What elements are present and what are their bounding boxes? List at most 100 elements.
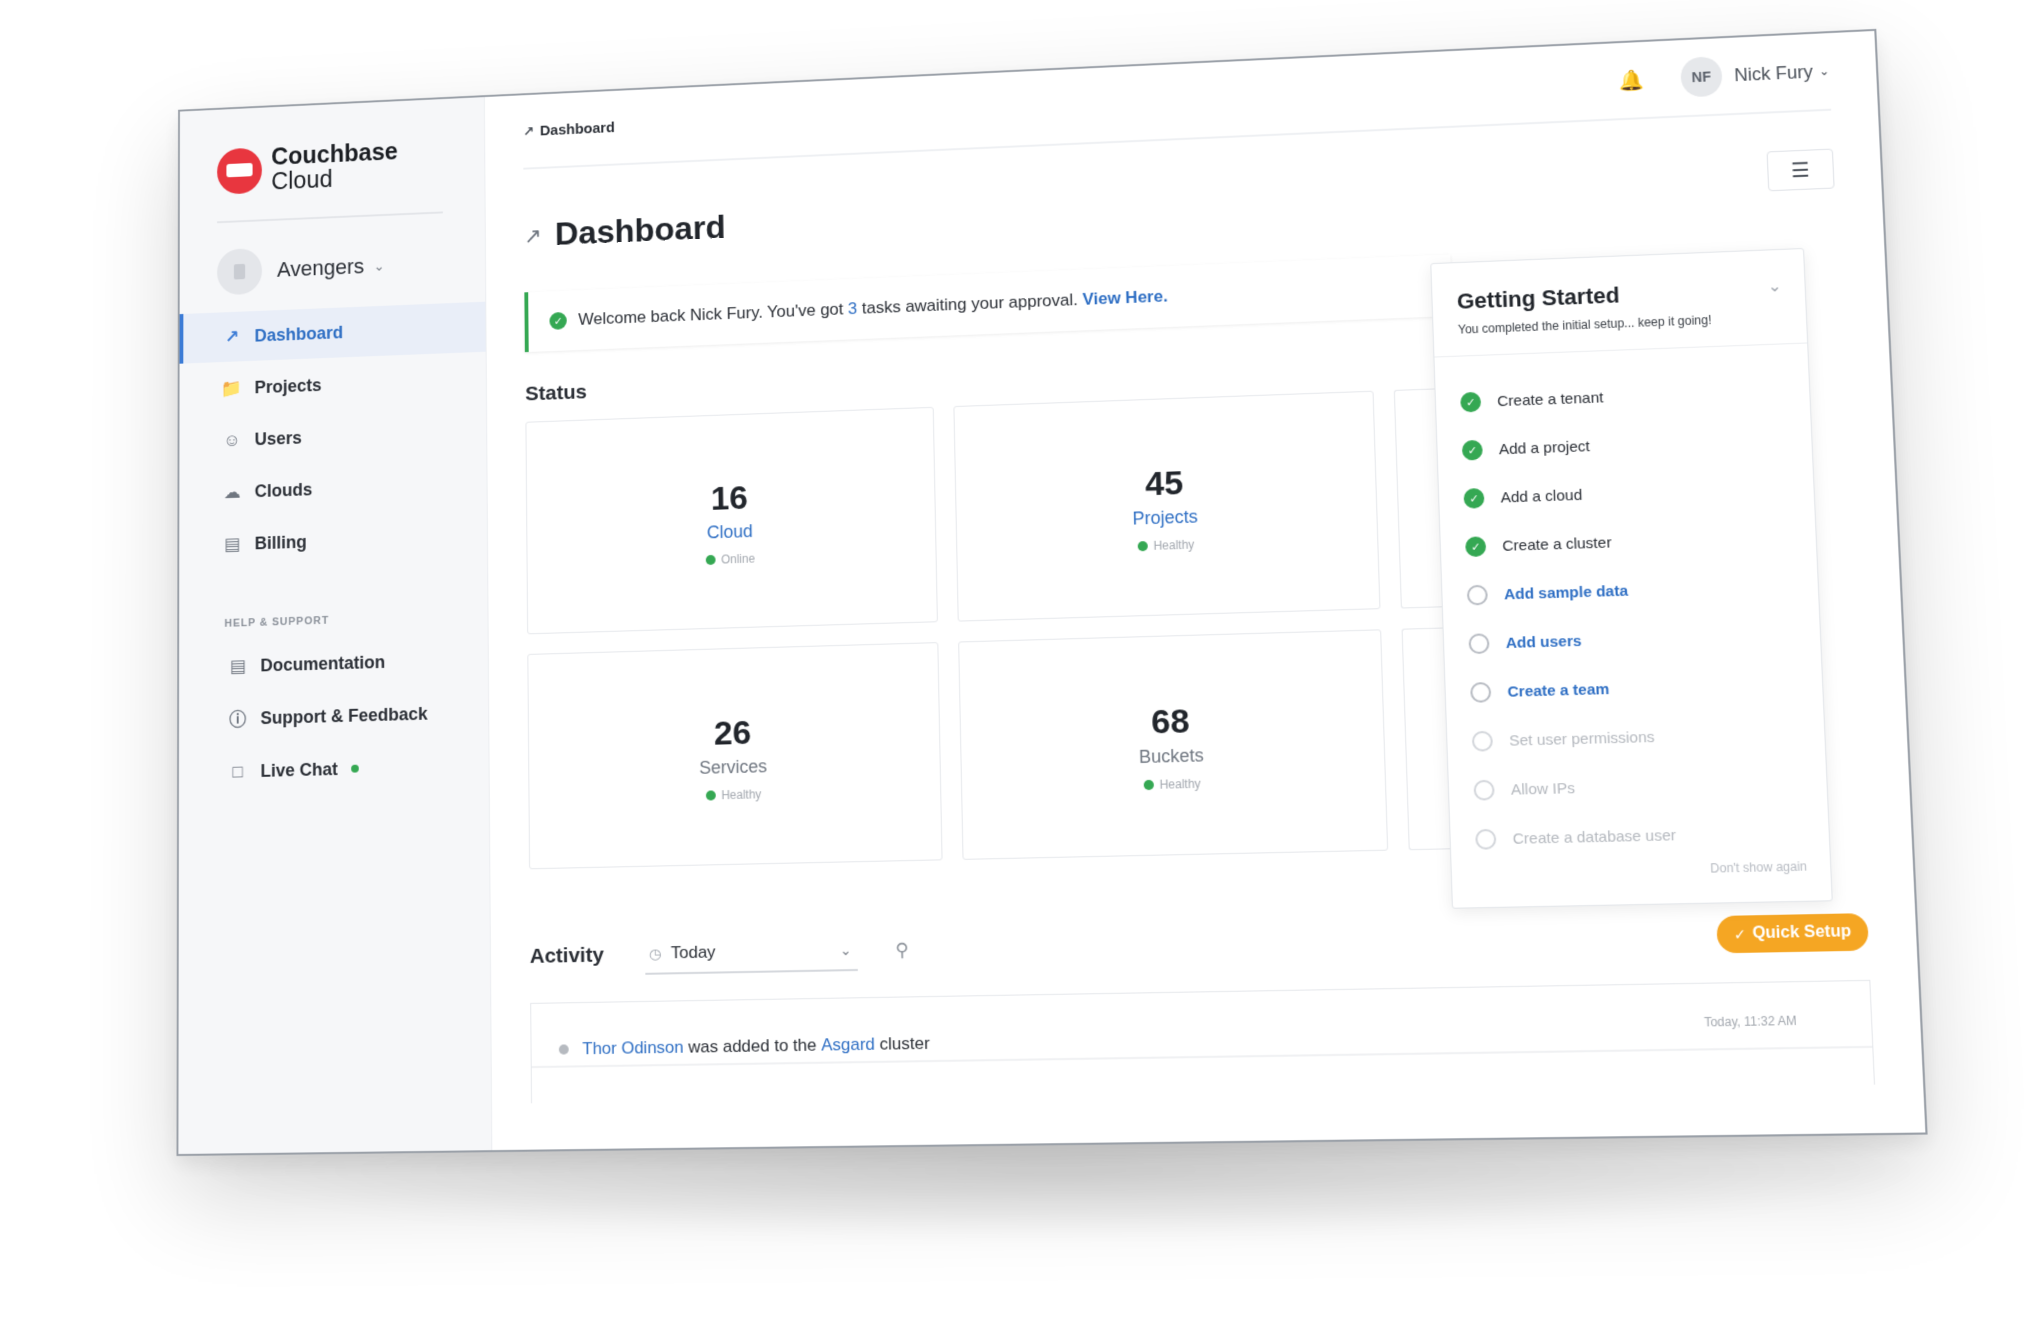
sidebar-item-clouds[interactable]: ☁ Clouds xyxy=(179,458,486,519)
list-item: Thor Odinson was added to the Asgard clu… xyxy=(558,1034,930,1060)
checklist-link[interactable]: Create a team xyxy=(1507,680,1609,700)
stat-value: 26 xyxy=(713,713,752,753)
sidebar-item-projects[interactable]: 📁 Projects xyxy=(179,354,486,416)
chevron-down-icon[interactable]: ⌄ xyxy=(1767,276,1782,297)
help-nav: ▤ Documentation ⓘ Support & Feedback □ L… xyxy=(179,634,489,801)
checklist-link[interactable]: Add sample data xyxy=(1504,582,1629,603)
stat-status-text: Healthy xyxy=(721,787,762,803)
sidebar-item-live-chat[interactable]: □ Live Chat xyxy=(179,740,489,799)
filter-settings-button[interactable]: ☰ xyxy=(1766,148,1835,192)
sidebar-item-documentation[interactable]: ▤ Documentation xyxy=(179,634,488,694)
status-dot xyxy=(1137,541,1148,552)
brand-name: Couchbase Cloud xyxy=(271,138,398,196)
checklist-item-create-team[interactable]: Create a team xyxy=(1470,659,1798,717)
sidebar-item-support[interactable]: ⓘ Support & Feedback xyxy=(179,687,488,746)
empty-circle-icon xyxy=(1475,828,1497,850)
chart-line-icon: ↗ xyxy=(224,326,240,347)
checklist-label: Create a cluster xyxy=(1502,533,1612,555)
checklist-item-add-users[interactable]: Add users xyxy=(1468,610,1796,668)
chat-bubble-icon: □ xyxy=(232,761,243,782)
empty-circle-icon xyxy=(1471,730,1494,752)
quick-setup-label: Quick Setup xyxy=(1751,922,1852,943)
brand-name-line2: Cloud xyxy=(271,165,333,196)
empty-circle-icon xyxy=(1466,584,1488,606)
stat-card-projects[interactable]: 45 Projects Healthy xyxy=(953,390,1381,622)
user-link[interactable]: Thor Odinson xyxy=(582,1038,683,1060)
stat-card-services[interactable]: 26 Services Healthy xyxy=(527,642,943,870)
empty-circle-icon xyxy=(1468,633,1490,655)
sidebar-nav: ↗ Dashboard 📁 Projects ☺ Users ☁ Clouds … xyxy=(179,301,487,573)
sidebar-item-dashboard[interactable]: ↗ Dashboard xyxy=(179,301,486,364)
checklist-label: Add a project xyxy=(1498,437,1591,458)
folders-icon: 📁 xyxy=(221,377,243,398)
user-avatar[interactable]: NF xyxy=(1680,56,1723,98)
welcome-suffix: tasks awaiting your approval. xyxy=(861,290,1078,318)
checklist-label: Allow IPs xyxy=(1510,779,1576,799)
search-icon[interactable]: ⚲ xyxy=(895,939,909,960)
checklist-label: Create a database user xyxy=(1512,826,1677,848)
main-content: ↗ Dashboard 🔔 NF Nick Fury ⌄ ↗ Dashboard… xyxy=(484,30,1926,1151)
checklist-item-create-db-user: Create a database user xyxy=(1475,808,1805,865)
bell-icon[interactable]: 🔔 xyxy=(1618,67,1644,93)
welcome-text: Welcome back Nick Fury. You've got 3 tas… xyxy=(578,287,1168,330)
chart-line-icon: ↗ xyxy=(522,122,535,139)
chevron-down-icon: ⌄ xyxy=(839,941,852,958)
check-circle-icon: ✓ xyxy=(1463,487,1485,509)
chart-line-icon: ↗ xyxy=(523,222,542,248)
activity-text: was added to the xyxy=(688,1035,817,1057)
users-icon: ☺ xyxy=(223,429,241,450)
brand-name-line1: Couchbase xyxy=(271,138,398,171)
date-range-select[interactable]: ◷ Today ⌄ xyxy=(644,930,858,975)
stat-status-text: Healthy xyxy=(1159,776,1201,792)
getting-started-title: Getting Started xyxy=(1456,282,1620,314)
checklist-link[interactable]: Add users xyxy=(1505,632,1581,651)
sidebar-item-label: Live Chat xyxy=(260,758,338,781)
stat-status-text: Online xyxy=(720,551,756,567)
page-header: ↗ Dashboard xyxy=(524,209,726,255)
sidebar-item-label: Dashboard xyxy=(254,322,344,345)
status-dot xyxy=(1143,779,1154,791)
sidebar-item-billing[interactable]: ▤ Billing xyxy=(179,511,487,572)
cloud-icon: ☁ xyxy=(223,481,241,502)
sidebar-item-label: Billing xyxy=(254,531,307,553)
stat-status: Healthy xyxy=(962,772,1385,796)
cluster-link[interactable]: Asgard xyxy=(821,1034,875,1055)
breadcrumb[interactable]: ↗ Dashboard xyxy=(523,119,615,139)
quick-setup-button[interactable]: ✓ Quick Setup xyxy=(1716,913,1869,954)
empty-circle-icon xyxy=(1470,681,1492,703)
chevron-down-icon: ⌄ xyxy=(373,257,385,274)
check-circle-icon: ✓ xyxy=(1465,536,1487,558)
stat-status: Healthy xyxy=(957,532,1377,559)
checklist-label: Set user permissions xyxy=(1508,728,1655,750)
activity-header: Activity ◷ Today ⌄ ⚲ ✓ Quick Setup xyxy=(530,907,1870,981)
org-switcher[interactable]: Avengers ⌄ xyxy=(217,243,385,296)
stat-card-cloud[interactable]: 16 Cloud Online xyxy=(525,406,938,635)
getting-started-panel: Getting Started You completed the initia… xyxy=(1430,247,1833,909)
user-menu[interactable]: Nick Fury xyxy=(1734,61,1813,85)
view-here-link[interactable]: View Here. xyxy=(1082,287,1168,309)
app-window: Couchbase Cloud Avengers ⌄ ↗ Dashboard 📁… xyxy=(176,28,1928,1157)
sidebar-item-label: Support & Feedback xyxy=(260,703,428,728)
dont-show-again-link[interactable]: Don't show again xyxy=(1710,859,1807,876)
status-dot xyxy=(705,790,716,801)
clock-icon: ◷ xyxy=(648,944,662,962)
chevron-down-icon[interactable]: ⌄ xyxy=(1819,64,1830,78)
sidebar-item-users[interactable]: ☺ Users xyxy=(179,406,486,467)
activity-timestamp: Today, 11:32 AM xyxy=(1703,1013,1797,1030)
check-circle-icon: ✓ xyxy=(1460,391,1482,413)
top-bar: ↗ Dashboard 🔔 NF Nick Fury ⌄ xyxy=(522,33,1832,170)
online-status-dot xyxy=(351,764,359,773)
brand[interactable]: Couchbase Cloud xyxy=(217,138,398,197)
sidebar-item-label: Users xyxy=(254,427,302,449)
building-icon xyxy=(233,263,246,280)
task-count: 3 xyxy=(847,299,858,319)
document-icon: ▤ xyxy=(229,655,246,676)
stat-status: Online xyxy=(528,546,936,573)
checklist-item-set-permissions: Set user permissions xyxy=(1471,709,1800,766)
empty-circle-icon xyxy=(1473,779,1495,801)
stat-card-buckets[interactable]: 68 Buckets Healthy xyxy=(958,629,1389,860)
check-circle-icon: ✓ xyxy=(549,311,567,330)
couchbase-logo-icon xyxy=(217,147,262,195)
welcome-banner: ✓ Welcome back Nick Fury. You've got 3 t… xyxy=(524,254,1453,353)
stat-status: Healthy xyxy=(529,783,940,807)
